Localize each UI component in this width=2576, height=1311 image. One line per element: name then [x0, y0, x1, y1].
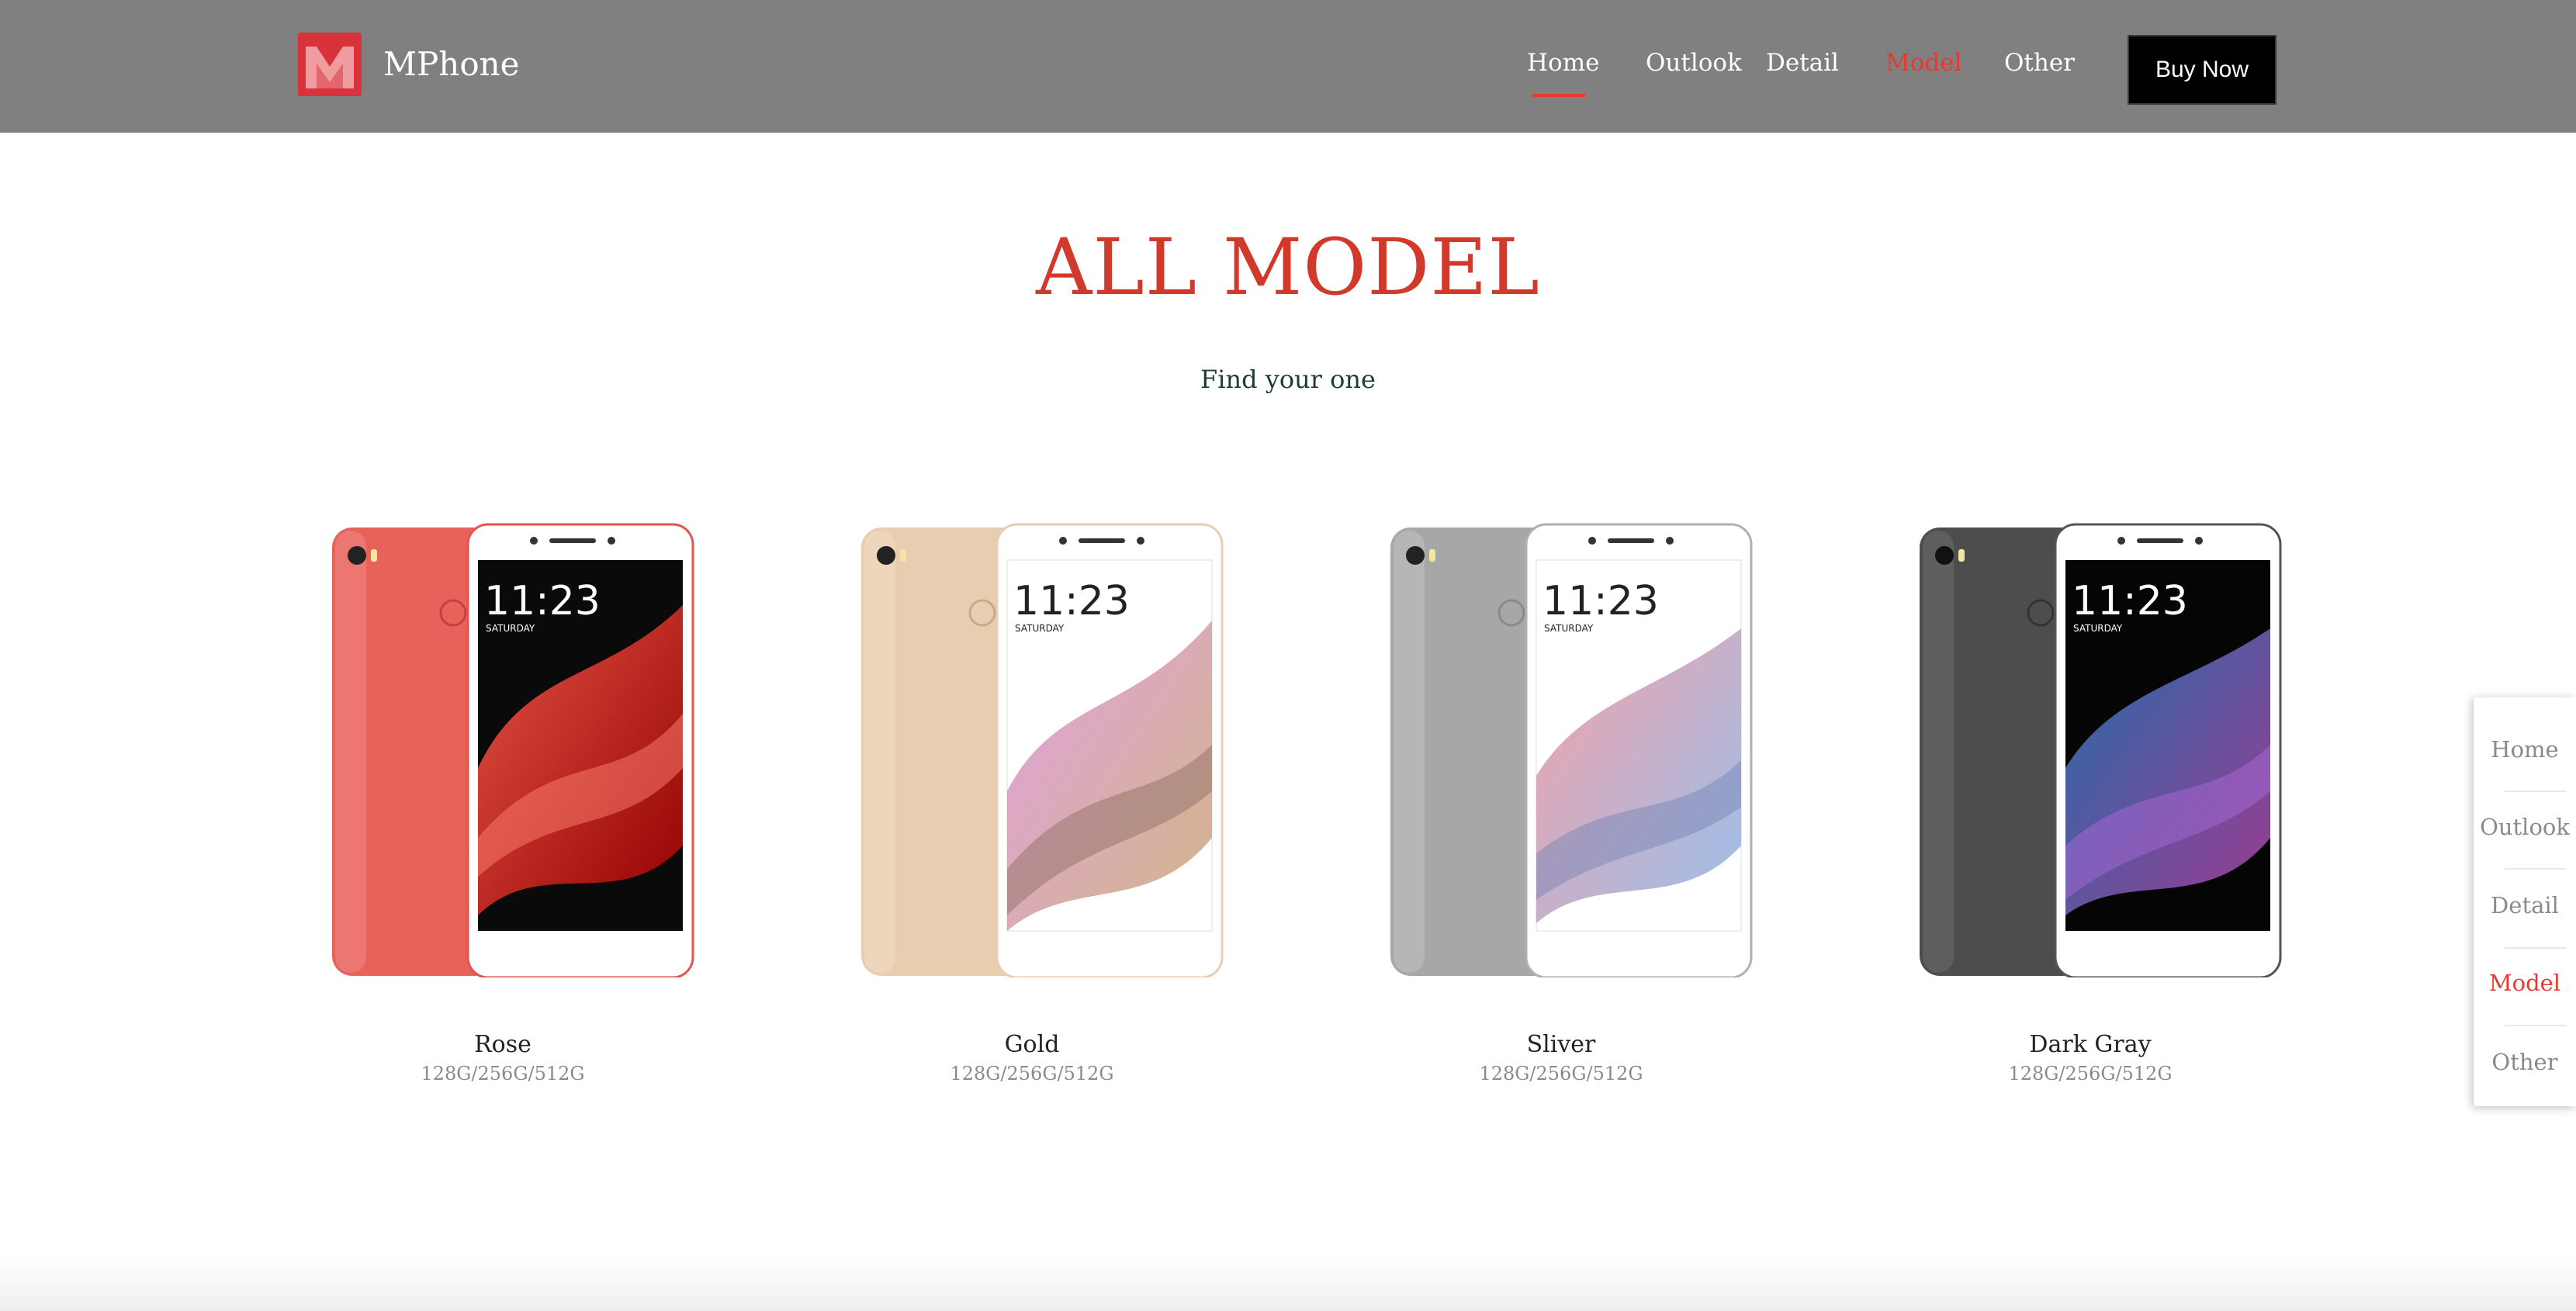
model-card-rose[interactable]: 11:23 SATURDAY Rose 128G/256G/512G: [301, 512, 705, 1102]
phone-image: 11:23 SATURDAY: [332, 523, 694, 977]
nav-outlook[interactable]: Outlook: [1646, 43, 1742, 82]
nav-detail[interactable]: Detail: [1766, 43, 1839, 82]
page-title: ALL MODEL: [1036, 222, 1540, 313]
nav-model[interactable]: Model: [1885, 43, 1962, 82]
model-name: Rose: [474, 1031, 531, 1058]
svg-text:11:23: 11:23: [1013, 578, 1130, 624]
side-nav: Home Outlook Detail Model Other: [2474, 697, 2576, 1106]
bottom-shadow: [0, 1257, 2576, 1311]
phone-image: 11:23 SATURDAY: [861, 523, 1224, 977]
svg-text:SATURDAY: SATURDAY: [1015, 623, 1065, 634]
model-storage: 128G/256G/512G: [2008, 1063, 2173, 1084]
side-nav-outlook[interactable]: Outlook: [2474, 788, 2576, 866]
model-storage: 128G/256G/512G: [421, 1063, 585, 1084]
model-name: Sliver: [1526, 1031, 1596, 1058]
mphone-logo-icon[interactable]: [298, 33, 362, 96]
phone-image: 11:23 SATURDAY: [1390, 523, 1753, 977]
side-nav-other[interactable]: Other: [2474, 1023, 2576, 1101]
page-subtitle: Find your one: [1200, 365, 1376, 394]
brand-name[interactable]: MPhone: [383, 37, 520, 92]
phone-image: 11:23 SATURDAY: [1920, 523, 2282, 977]
svg-text:SATURDAY: SATURDAY: [2073, 623, 2123, 634]
svg-text:SATURDAY: SATURDAY: [486, 623, 535, 634]
model-name: Gold: [1004, 1031, 1060, 1058]
model-storage: 128G/256G/512G: [1479, 1063, 1643, 1084]
side-nav-model[interactable]: Model: [2474, 944, 2576, 1022]
top-header: MPhone Home Outlook Detail Model Other B…: [0, 0, 2576, 133]
svg-text:11:23: 11:23: [484, 578, 601, 624]
svg-text:SATURDAY: SATURDAY: [1544, 623, 1594, 634]
nav-active-underline: [1532, 94, 1585, 97]
model-card-sliver[interactable]: 11:23 SATURDAY Sliver 128G/256G/512G: [1359, 512, 1763, 1102]
model-card-dark-gray[interactable]: 11:23 SATURDAY Dark Gray 128G/256G/512G: [1889, 512, 2292, 1102]
svg-text:11:23: 11:23: [1542, 578, 1659, 624]
buy-now-button[interactable]: Buy Now: [2128, 35, 2277, 105]
nav-other[interactable]: Other: [2004, 43, 2075, 82]
side-nav-home[interactable]: Home: [2474, 711, 2576, 788]
side-nav-detail[interactable]: Detail: [2474, 867, 2576, 944]
nav-home[interactable]: Home: [1527, 43, 1599, 82]
model-card-gold[interactable]: 11:23 SATURDAY Gold 128G/256G/512G: [830, 512, 1234, 1102]
svg-text:11:23: 11:23: [2072, 578, 2188, 624]
model-name: Dark Gray: [2029, 1031, 2152, 1058]
model-storage: 128G/256G/512G: [950, 1063, 1114, 1084]
